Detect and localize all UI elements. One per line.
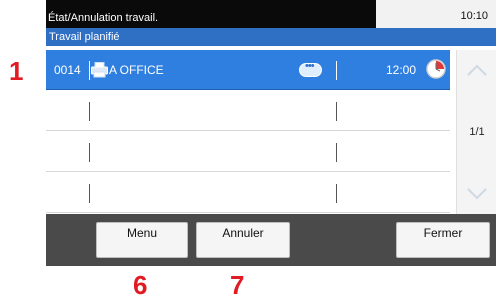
menu-button[interactable]: Menu (96, 222, 188, 258)
page-indicator: 1/1 (469, 126, 485, 138)
callout-7: 7 (230, 270, 245, 300)
column-divider (89, 184, 90, 203)
job-number: 0014 (54, 63, 81, 77)
close-button[interactable]: Fermer (396, 222, 490, 258)
status-title: État/Annulation travail. (46, 0, 376, 28)
footer-bar: Menu Annuler Fermer (46, 214, 496, 266)
callout-1: 1 (9, 56, 24, 86)
clock-time: 10:10 (460, 10, 488, 22)
column-divider (336, 184, 337, 203)
empty-job-row[interactable] (46, 173, 450, 213)
column-divider (89, 143, 90, 162)
scroll-down-button[interactable] (457, 172, 496, 214)
page-scroll-bar: 1/1 (456, 50, 496, 214)
chevron-down-icon (467, 188, 487, 200)
job-list: 0014 A OFFICE ••• 12:00 (46, 50, 450, 214)
job-name: A OFFICE (109, 63, 164, 77)
column-divider (89, 61, 90, 80)
column-divider (336, 61, 337, 80)
touch-panel-screen: État/Annulation travail. 10:10 Travail p… (46, 0, 496, 266)
status-bar: État/Annulation travail. 10:10 (46, 0, 496, 28)
column-divider (89, 102, 90, 121)
column-divider (336, 143, 337, 162)
column-divider (336, 102, 337, 121)
chevron-up-icon (467, 64, 487, 76)
job-row[interactable]: 0014 A OFFICE ••• 12:00 (46, 50, 450, 90)
cancel-button[interactable]: Annuler (196, 222, 290, 258)
printer-icon (91, 62, 108, 83)
clock-icon (426, 59, 446, 84)
empty-job-row[interactable] (46, 91, 450, 131)
scroll-up-button[interactable] (457, 50, 496, 92)
screen-subtitle: Travail planifié (46, 28, 496, 46)
job-time: 12:00 (386, 63, 417, 77)
detail-button[interactable]: ••• (299, 60, 322, 77)
callout-6: 6 (133, 270, 148, 300)
empty-job-row[interactable] (46, 132, 450, 172)
more-dots-icon: ••• (305, 60, 315, 72)
